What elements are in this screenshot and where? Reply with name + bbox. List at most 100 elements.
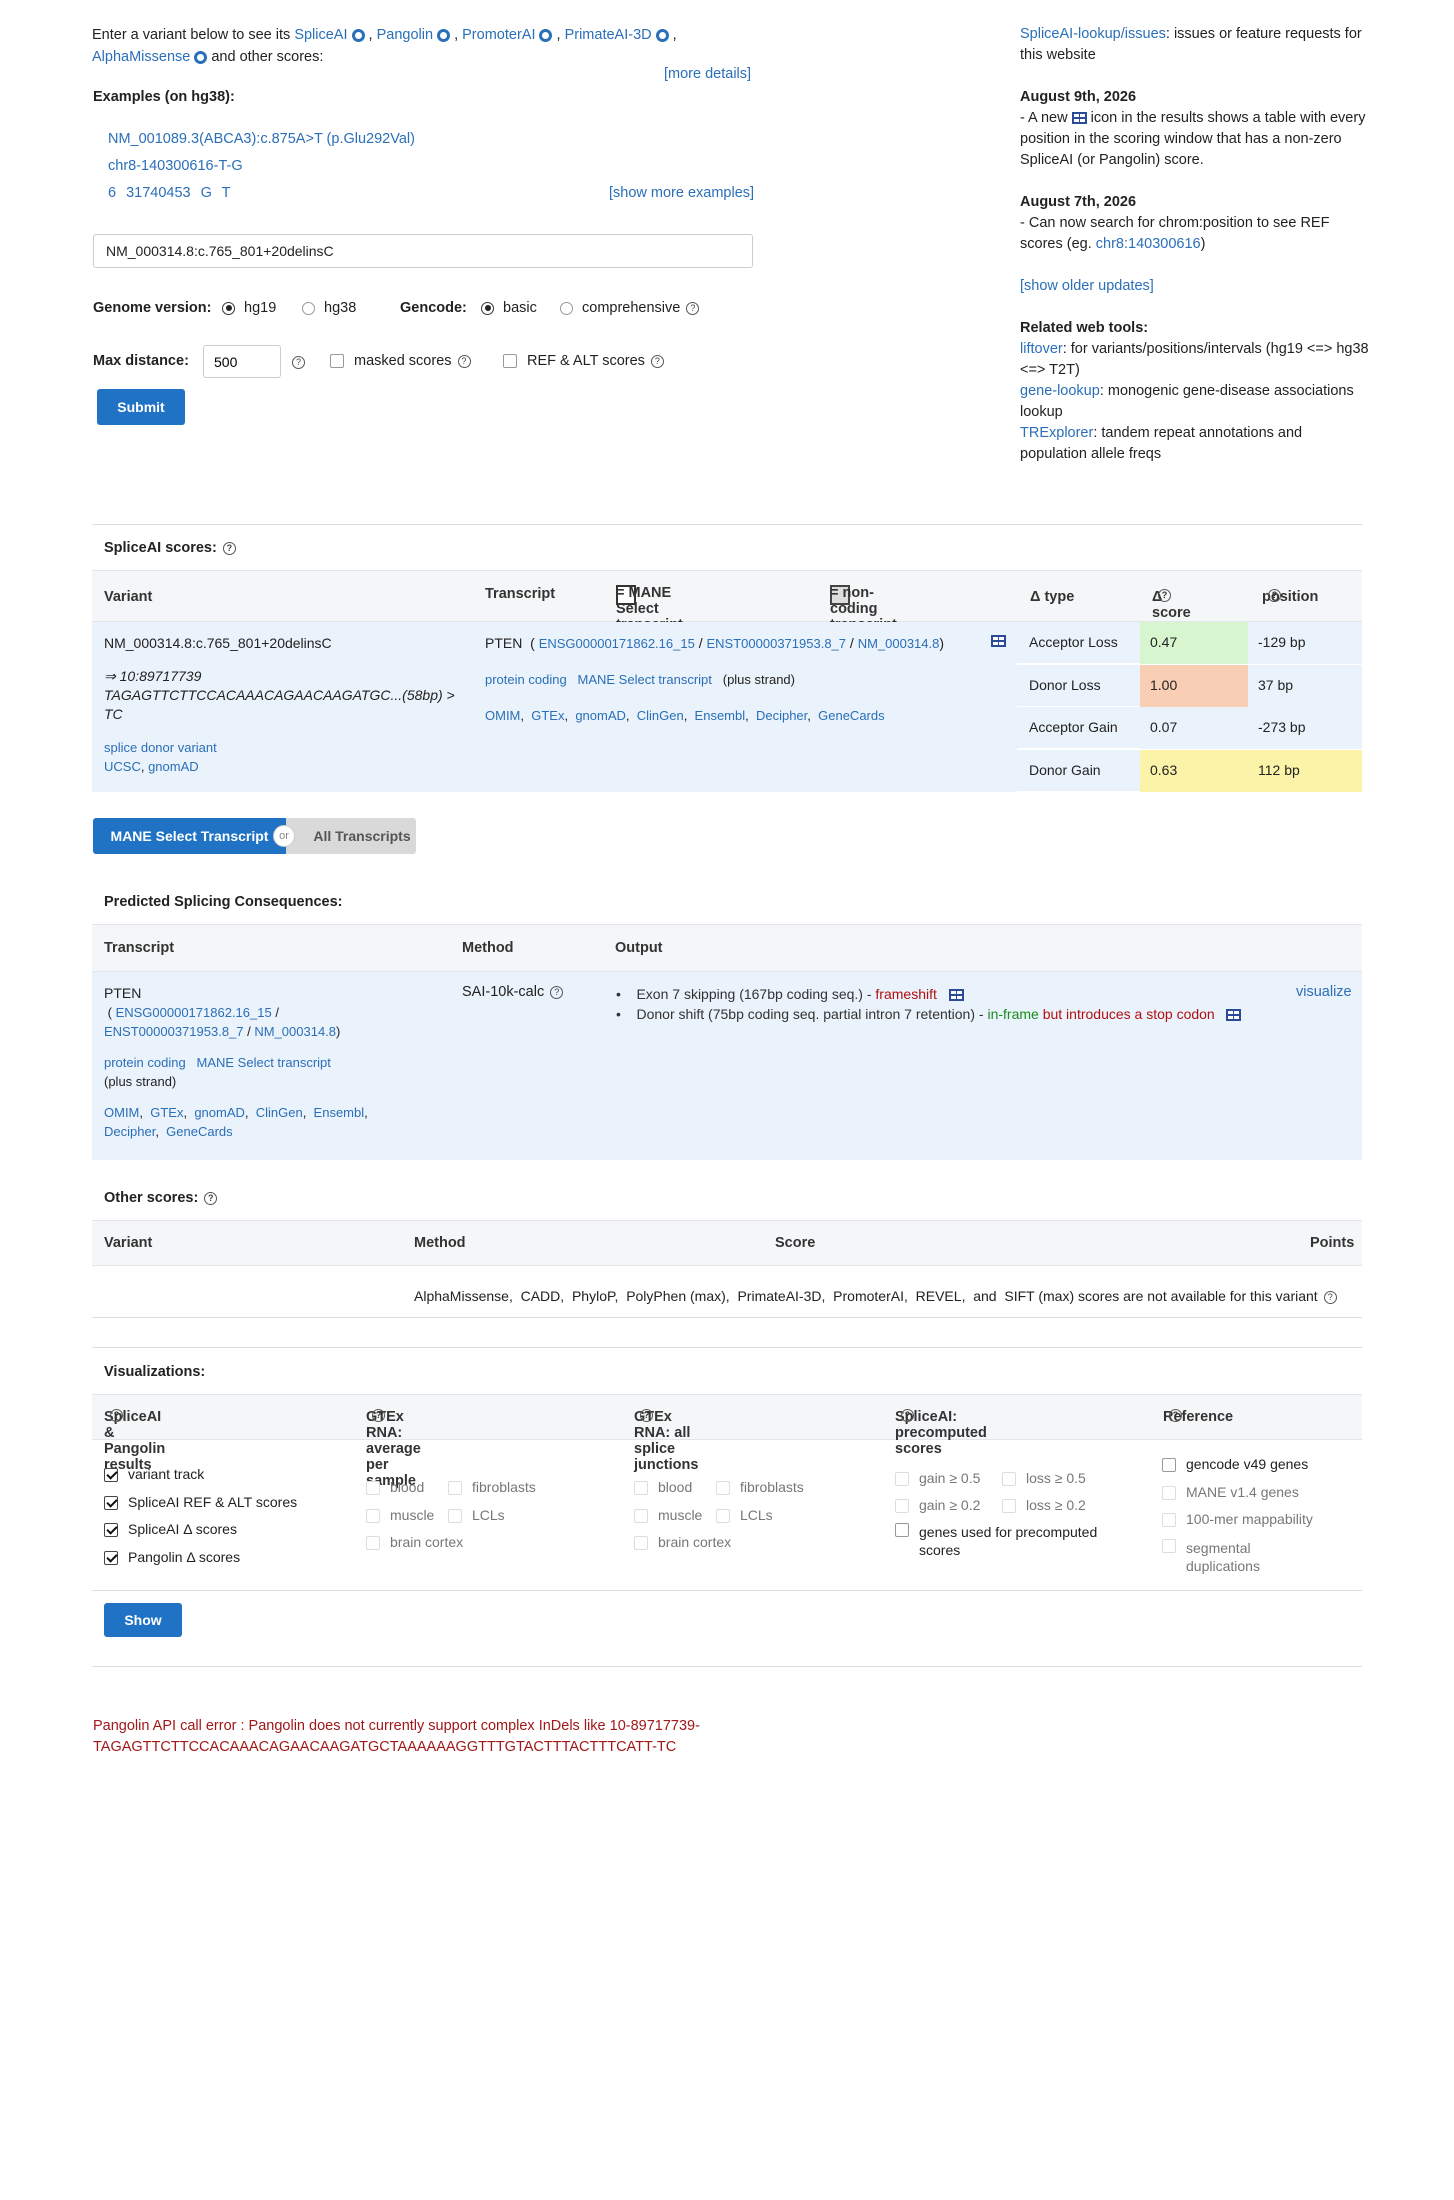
help-icon[interactable]: ? [204, 1191, 218, 1205]
genecards-link[interactable]: GeneCards [818, 708, 884, 723]
gtex-link[interactable]: GTEx [150, 1105, 183, 1120]
viz-option[interactable]: LCLs [716, 1507, 773, 1523]
viz-option[interactable]: brain cortex [634, 1529, 844, 1557]
consequence-link[interactable]: splice donor variant [104, 740, 217, 755]
decipher-link[interactable]: Decipher [756, 708, 807, 723]
ref-alt-scores-checkbox[interactable]: REF & ALT scores? [503, 353, 664, 369]
viz-option[interactable]: genes used for precomputed scores [895, 1523, 1135, 1559]
help-icon[interactable]: ? [1323, 1290, 1337, 1304]
variant-search-input[interactable] [93, 234, 753, 268]
radio-selected-icon[interactable] [481, 301, 494, 315]
mane-select-toggle[interactable]: MANE Select Transcript [93, 818, 286, 854]
primateai-link[interactable]: PrimateAI-3D [565, 27, 652, 43]
mane-tag[interactable]: MANE Select transcript [197, 1055, 331, 1070]
mane-tag[interactable]: MANE Select transcript [578, 672, 712, 687]
checkbox-icon[interactable] [716, 1481, 730, 1496]
checkbox-icon[interactable] [895, 1523, 909, 1537]
viz-option[interactable]: muscle [366, 1502, 448, 1530]
radio-icon[interactable] [560, 301, 573, 315]
viz-option[interactable]: MANE v1.4 genes [1162, 1479, 1352, 1507]
help-icon[interactable]: ? [901, 1409, 914, 1422]
liftover-link[interactable]: liftover [1020, 341, 1063, 357]
checkbox-checked-icon[interactable] [104, 1468, 118, 1483]
help-icon[interactable]: ? [650, 354, 664, 368]
hg38-radio[interactable]: hg38 [302, 300, 356, 316]
checkbox-checked-icon[interactable] [104, 1550, 118, 1565]
alphamissense-link[interactable]: AlphaMissense [92, 49, 190, 65]
checkbox-icon[interactable] [448, 1508, 462, 1523]
help-icon[interactable]: ? [222, 541, 236, 555]
ensembl-link[interactable]: Ensembl [695, 708, 746, 723]
radio-icon[interactable] [302, 301, 315, 315]
viz-option[interactable]: LCLs [448, 1507, 505, 1523]
basic-radio[interactable]: basic [481, 300, 537, 316]
show-more-examples-link[interactable]: [show more examples] [609, 185, 754, 201]
refseq-link[interactable]: NM_000314.8 [254, 1024, 336, 1039]
viz-option[interactable]: loss ≥ 0.5 [1002, 1470, 1086, 1487]
viz-option[interactable]: SpliceAI REF & ALT scores [104, 1489, 297, 1517]
issues-link[interactable]: SpliceAI-lookup/issues [1020, 26, 1166, 42]
help-icon[interactable]: ? [550, 985, 564, 999]
omim-link[interactable]: OMIM [104, 1105, 139, 1120]
biotype-tag[interactable]: protein coding [104, 1055, 186, 1070]
help-icon[interactable]: ? [686, 301, 700, 315]
viz-option[interactable]: loss ≥ 0.2 [1002, 1497, 1086, 1514]
viz-option[interactable]: variant track [104, 1461, 297, 1489]
gene-lookup-link[interactable]: gene-lookup [1020, 383, 1100, 399]
score-table-icon[interactable] [991, 635, 1006, 648]
gnomad-link[interactable]: gnomAD [194, 1105, 245, 1120]
comprehensive-radio[interactable]: comprehensive? [560, 300, 700, 316]
clingen-link[interactable]: ClinGen [256, 1105, 303, 1120]
checkbox-checked-icon[interactable] [104, 1523, 118, 1538]
help-icon[interactable]: ? [457, 354, 471, 368]
checkbox-icon[interactable] [634, 1536, 648, 1551]
gtex-link[interactable]: GTEx [531, 708, 564, 723]
viz-option[interactable]: blood [366, 1474, 448, 1502]
checkbox-icon[interactable] [1002, 1499, 1016, 1514]
checkbox-icon[interactable] [366, 1536, 380, 1551]
viz-option[interactable]: Pangolin Δ scores [104, 1544, 297, 1572]
max-distance-input[interactable] [203, 345, 281, 378]
table-icon[interactable] [1226, 1009, 1242, 1022]
decipher-link[interactable]: Decipher [104, 1124, 155, 1139]
checkbox-icon[interactable] [1162, 1485, 1176, 1500]
checkbox-icon[interactable] [448, 1481, 462, 1496]
help-icon[interactable]: ? [1158, 589, 1171, 602]
checkbox-icon[interactable] [503, 354, 517, 369]
help-icon[interactable]: ? [1268, 589, 1281, 602]
ensg-link[interactable]: ENSG00000171862.16_15 [539, 636, 695, 651]
promoterai-link[interactable]: PromoterAI [462, 27, 535, 43]
checkbox-icon[interactable] [1162, 1538, 1176, 1553]
pangolin-link[interactable]: Pangolin [377, 27, 433, 43]
gnomad-link[interactable]: gnomAD [575, 708, 626, 723]
viz-option[interactable]: 100-mer mappability [1162, 1506, 1352, 1534]
checkbox-icon[interactable] [895, 1472, 909, 1487]
viz-option[interactable]: SpliceAI Δ scores [104, 1516, 297, 1544]
submit-button[interactable]: Submit [97, 389, 185, 425]
example-link[interactable]: 6 31740453 G T [108, 185, 231, 201]
checkbox-icon[interactable] [634, 1508, 648, 1523]
enst-link[interactable]: ENST00000371953.8_7 [104, 1024, 244, 1039]
checkbox-icon[interactable] [1002, 1472, 1016, 1487]
example-link[interactable]: NM_001089.3(ABCA3):c.875A>T (p.Glu292Val… [108, 131, 415, 147]
github-icon[interactable] [655, 28, 669, 42]
viz-option[interactable]: gencode v49 genes [1162, 1451, 1352, 1479]
spliceai-link[interactable]: SpliceAI [294, 27, 347, 43]
checkbox-icon[interactable] [895, 1499, 909, 1514]
genecards-link[interactable]: GeneCards [166, 1124, 232, 1139]
checkbox-icon[interactable] [634, 1481, 648, 1496]
viz-option[interactable]: gain ≥ 0.5 [895, 1465, 1002, 1492]
all-transcripts-toggle[interactable]: All Transcripts [286, 818, 416, 854]
biotype-tag[interactable]: protein coding [485, 672, 567, 687]
visualize-link[interactable]: visualize [1296, 984, 1352, 1000]
example-position-link[interactable]: chr8:140300616 [1096, 236, 1201, 252]
viz-option[interactable]: fibroblasts [716, 1479, 804, 1496]
example-link[interactable]: chr8-140300616-T-G [108, 158, 243, 174]
viz-option[interactable]: fibroblasts [448, 1479, 536, 1496]
github-icon[interactable] [437, 28, 451, 42]
github-icon[interactable] [194, 50, 208, 64]
github-icon[interactable] [539, 28, 553, 42]
checkbox-icon[interactable] [1162, 1513, 1176, 1528]
help-icon[interactable]: ? [292, 356, 305, 369]
show-older-updates-link[interactable]: [show older updates] [1020, 278, 1154, 294]
